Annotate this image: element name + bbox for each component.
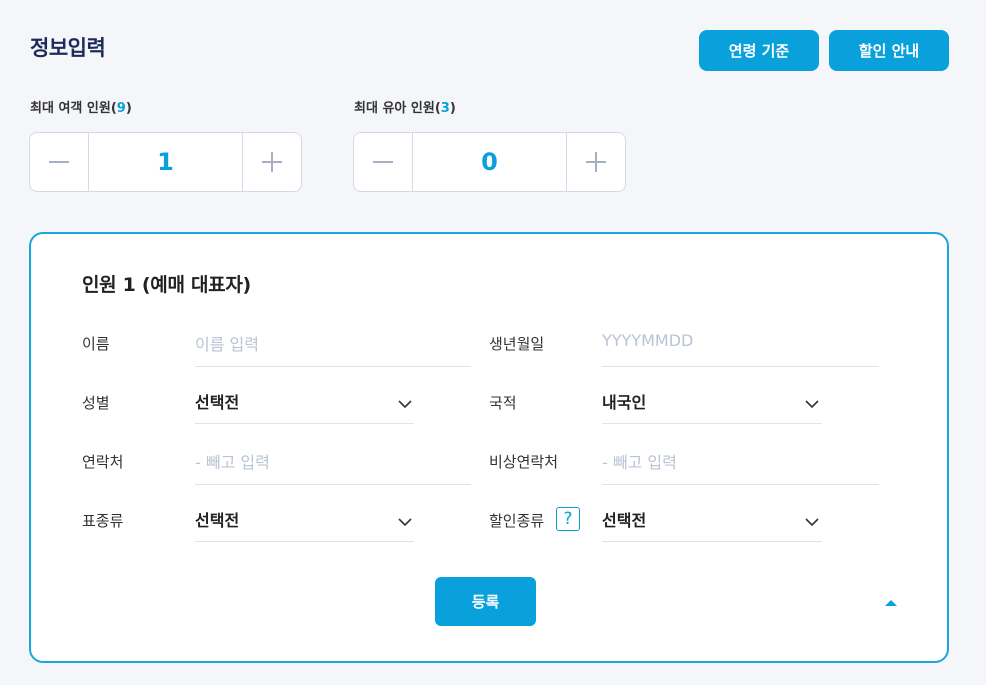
discount-type-select[interactable]: 선택전 (602, 507, 646, 531)
chevron-down-icon[interactable] (805, 518, 819, 527)
ticket-type-label: 표종류 (82, 512, 124, 530)
minus-icon (373, 161, 393, 163)
collapse-up-icon[interactable] (884, 599, 898, 607)
infant-count-value: 0 (481, 148, 498, 176)
chevron-down-icon[interactable] (805, 400, 819, 409)
nationality-select[interactable]: 내국인 (602, 389, 646, 413)
gender-label: 성별 (82, 394, 110, 412)
birthdate-label: 생년월일 (489, 335, 545, 353)
adult-counter-label: 최대 여객 인원(9) (30, 101, 132, 116)
page-title: 정보입력 (30, 36, 106, 60)
birthdate-input[interactable]: YYYYMMDD (602, 331, 878, 355)
discount-type-underline (602, 541, 822, 542)
passenger-title: 인원 1 (예매 대표자) (82, 274, 251, 296)
page: 정보입력 연령 기준 할인 안내 최대 여객 인원(9) 1 최대 유아 인원(… (0, 0, 986, 685)
name-underline (195, 366, 471, 367)
register-button[interactable]: 등록 (435, 577, 536, 626)
name-input[interactable]: 이름 입력 (195, 331, 470, 355)
plus-icon (262, 152, 282, 172)
chevron-down-icon[interactable] (398, 518, 412, 527)
age-criteria-button[interactable]: 연령 기준 (699, 30, 819, 71)
emergency-contact-label: 비상연락처 (489, 453, 559, 471)
infant-decrement-button[interactable] (354, 133, 413, 191)
adult-increment-button[interactable] (242, 133, 301, 191)
nationality-label: 국적 (489, 394, 517, 412)
emergency-contact-input[interactable]: - 빼고 입력 (602, 449, 878, 473)
name-label: 이름 (82, 335, 110, 353)
passenger-card: 인원 1 (예매 대표자) 이름 이름 입력 생년월일 YYYYMMDD 성별 … (29, 232, 949, 663)
adult-quantity-stepper: 1 (29, 132, 302, 192)
birthdate-underline (602, 366, 879, 367)
discount-type-label: 할인종류 (489, 512, 545, 530)
ticket-type-select[interactable]: 선택전 (195, 507, 239, 531)
adult-max-count: 9 (116, 101, 126, 116)
phone-underline (195, 484, 471, 485)
nationality-underline (602, 423, 822, 424)
infant-quantity-stepper: 0 (353, 132, 626, 192)
help-icon[interactable]: ? (556, 507, 580, 531)
infant-counter-label: 최대 유아 인원(3) (354, 101, 456, 116)
adult-decrement-button[interactable] (30, 133, 89, 191)
infant-max-count: 3 (440, 101, 450, 116)
minus-icon (49, 161, 69, 163)
emergency-contact-underline (602, 484, 879, 485)
infant-increment-button[interactable] (566, 133, 625, 191)
plus-icon (586, 152, 606, 172)
phone-label: 연락처 (82, 453, 124, 471)
chevron-down-icon[interactable] (398, 400, 412, 409)
phone-input[interactable]: - 빼고 입력 (195, 449, 470, 473)
adult-count-value: 1 (157, 148, 174, 176)
ticket-type-underline (195, 541, 414, 542)
gender-select[interactable]: 선택전 (195, 389, 239, 413)
gender-underline (195, 423, 414, 424)
discount-guide-button[interactable]: 할인 안내 (829, 30, 949, 71)
